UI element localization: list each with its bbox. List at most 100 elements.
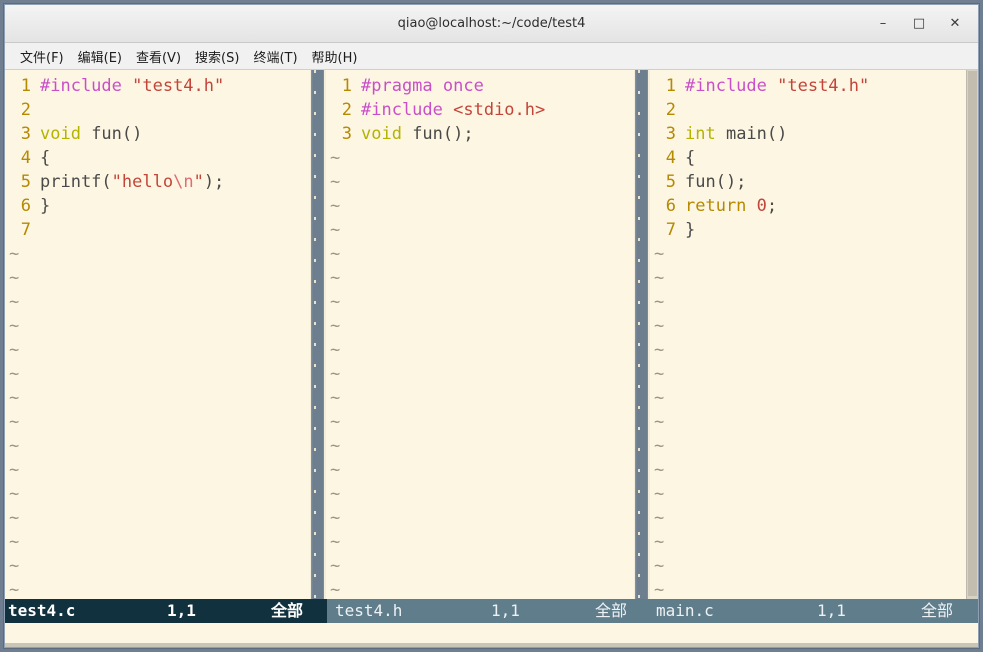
pane-separator-1[interactable]: [310, 70, 326, 599]
line-number: 6: [20, 196, 31, 216]
code-token: fun();: [685, 172, 747, 192]
empty-line-marker: ~: [9, 244, 20, 264]
empty-line-marker: ~: [654, 532, 665, 552]
empty-line-marker: ~: [654, 268, 665, 288]
scrollbar-thumb[interactable]: [968, 71, 977, 596]
code-token: void: [361, 124, 402, 144]
empty-line-marker: ~: [330, 220, 341, 240]
code-token: #include: [40, 76, 133, 96]
empty-line-marker: ~: [9, 412, 20, 432]
status-bar-test4-h: test4.h 1,1 全部: [327, 599, 651, 623]
empty-line-marker: ~: [330, 172, 341, 192]
line-number: 1: [665, 76, 676, 96]
maximize-icon[interactable]: □: [910, 15, 928, 33]
empty-line-marker: ~: [654, 388, 665, 408]
empty-line-marker: ~: [9, 292, 20, 312]
code-token: fun(): [80, 124, 143, 144]
menu-item-edit[interactable]: 编辑(E): [71, 45, 129, 68]
empty-line-marker: ~: [330, 484, 341, 504]
empty-line-marker: ~: [330, 556, 341, 576]
status-percent: 全部: [271, 601, 304, 620]
editor-pane-test4-c[interactable]: 1 #include "test4.h" 2 3 void fun() 4{5 printf…: [5, 70, 310, 599]
empty-line-marker: ~: [330, 196, 341, 216]
empty-line-marker: ~: [330, 340, 341, 360]
line-number: 3: [341, 124, 352, 144]
empty-line-marker: ~: [9, 460, 20, 480]
empty-line-marker: ~: [654, 412, 665, 432]
minimize-icon[interactable]: –: [874, 15, 892, 33]
status-position: 1,1: [167, 601, 196, 620]
empty-line-marker: ~: [9, 364, 20, 384]
code-token: "hello: [111, 172, 174, 192]
vim-split-panes: 1 #include "test4.h" 2 3 void fun() 4{5 printf…: [5, 70, 978, 599]
empty-line-marker: ~: [330, 460, 341, 480]
line-number: 5: [665, 172, 676, 192]
line-number: 5: [20, 172, 31, 192]
empty-line-marker: ~: [330, 508, 341, 528]
code-token: {: [685, 148, 696, 168]
menu-item-file[interactable]: 文件(F): [13, 45, 71, 68]
pane-separator-2[interactable]: [634, 70, 650, 599]
code-line: 6}: [5, 194, 310, 218]
status-filename: test4.c: [8, 601, 76, 620]
code-token: return: [685, 196, 747, 216]
code-token: #include: [361, 100, 454, 120]
code-token: "test4.h": [777, 76, 870, 96]
status-position: 1,1: [817, 601, 846, 620]
title-bar: qiao@localhost:~/code/test4 – □ ✕: [5, 5, 978, 43]
code-token: void: [40, 124, 81, 144]
empty-line-marker: ~: [654, 244, 665, 264]
code-line: 4{: [5, 146, 310, 170]
code-line: 2: [5, 98, 310, 122]
empty-line-marker: ~: [330, 364, 341, 384]
empty-line-marker: ~: [9, 388, 20, 408]
menu-item-search[interactable]: 搜索(S): [188, 45, 246, 68]
editor-pane-test4-h[interactable]: 1 #pragma once 2 #include <stdio.h> 3 void fu…: [326, 70, 634, 599]
status-filename: test4.h: [335, 601, 403, 620]
empty-line-marker: ~: [330, 148, 341, 168]
empty-line-marker: ~: [9, 436, 20, 456]
status-percent: 全部: [595, 601, 628, 620]
window-scrollbar[interactable]: [966, 70, 978, 599]
empty-line-marker: ~: [330, 268, 341, 288]
code-token: \n: [173, 172, 194, 192]
terminal-content[interactable]: 1 #include "test4.h" 2 3 void fun() 4{5 printf…: [5, 70, 978, 647]
code-line: 7: [5, 218, 310, 242]
empty-line-marker: ~: [9, 340, 20, 360]
empty-line-marker: ~: [330, 532, 341, 552]
code-line: 3 void fun(): [5, 122, 310, 146]
empty-line-marker: ~: [9, 316, 20, 336]
empty-line-marker: ~: [654, 292, 665, 312]
line-number: 7: [20, 220, 31, 240]
line-number: 7: [665, 220, 676, 240]
terminal-window: qiao@localhost:~/code/test4 – □ ✕ 文件(F) …: [4, 4, 979, 648]
menu-item-help[interactable]: 帮助(H): [305, 45, 365, 68]
editor-pane-main-c[interactable]: 1 #include "test4.h" 2 3 int main() 4{5 fun();…: [650, 70, 968, 599]
empty-line-marker: ~: [654, 484, 665, 504]
line-number: 2: [20, 100, 31, 120]
empty-line-marker: ~: [654, 580, 665, 599]
empty-line-marker: ~: [654, 556, 665, 576]
code-token: main(): [715, 124, 788, 144]
empty-line-marker: ~: [654, 316, 665, 336]
line-number: 2: [665, 100, 676, 120]
status-filename: main.c: [656, 601, 714, 620]
menu-item-terminal[interactable]: 终端(T): [246, 45, 304, 68]
empty-line-marker: ~: [654, 364, 665, 384]
code-line: 1 #include "test4.h": [650, 74, 968, 98]
code-token: #include: [685, 76, 778, 96]
status-position: 1,1: [491, 601, 520, 620]
status-bar-test4-c: test4.c 1,1 全部: [5, 599, 327, 623]
empty-line-marker: ~: [330, 316, 341, 336]
empty-line-marker: ~: [9, 268, 20, 288]
code-token: 0: [756, 196, 767, 216]
empty-line-marker: ~: [330, 580, 341, 599]
close-icon[interactable]: ✕: [946, 15, 964, 33]
code-token: );: [203, 172, 225, 192]
empty-line-marker: ~: [654, 460, 665, 480]
line-number: 4: [665, 148, 676, 168]
empty-line-marker: ~: [9, 556, 20, 576]
line-number: 3: [665, 124, 676, 144]
menu-item-view[interactable]: 查看(V): [129, 45, 188, 68]
